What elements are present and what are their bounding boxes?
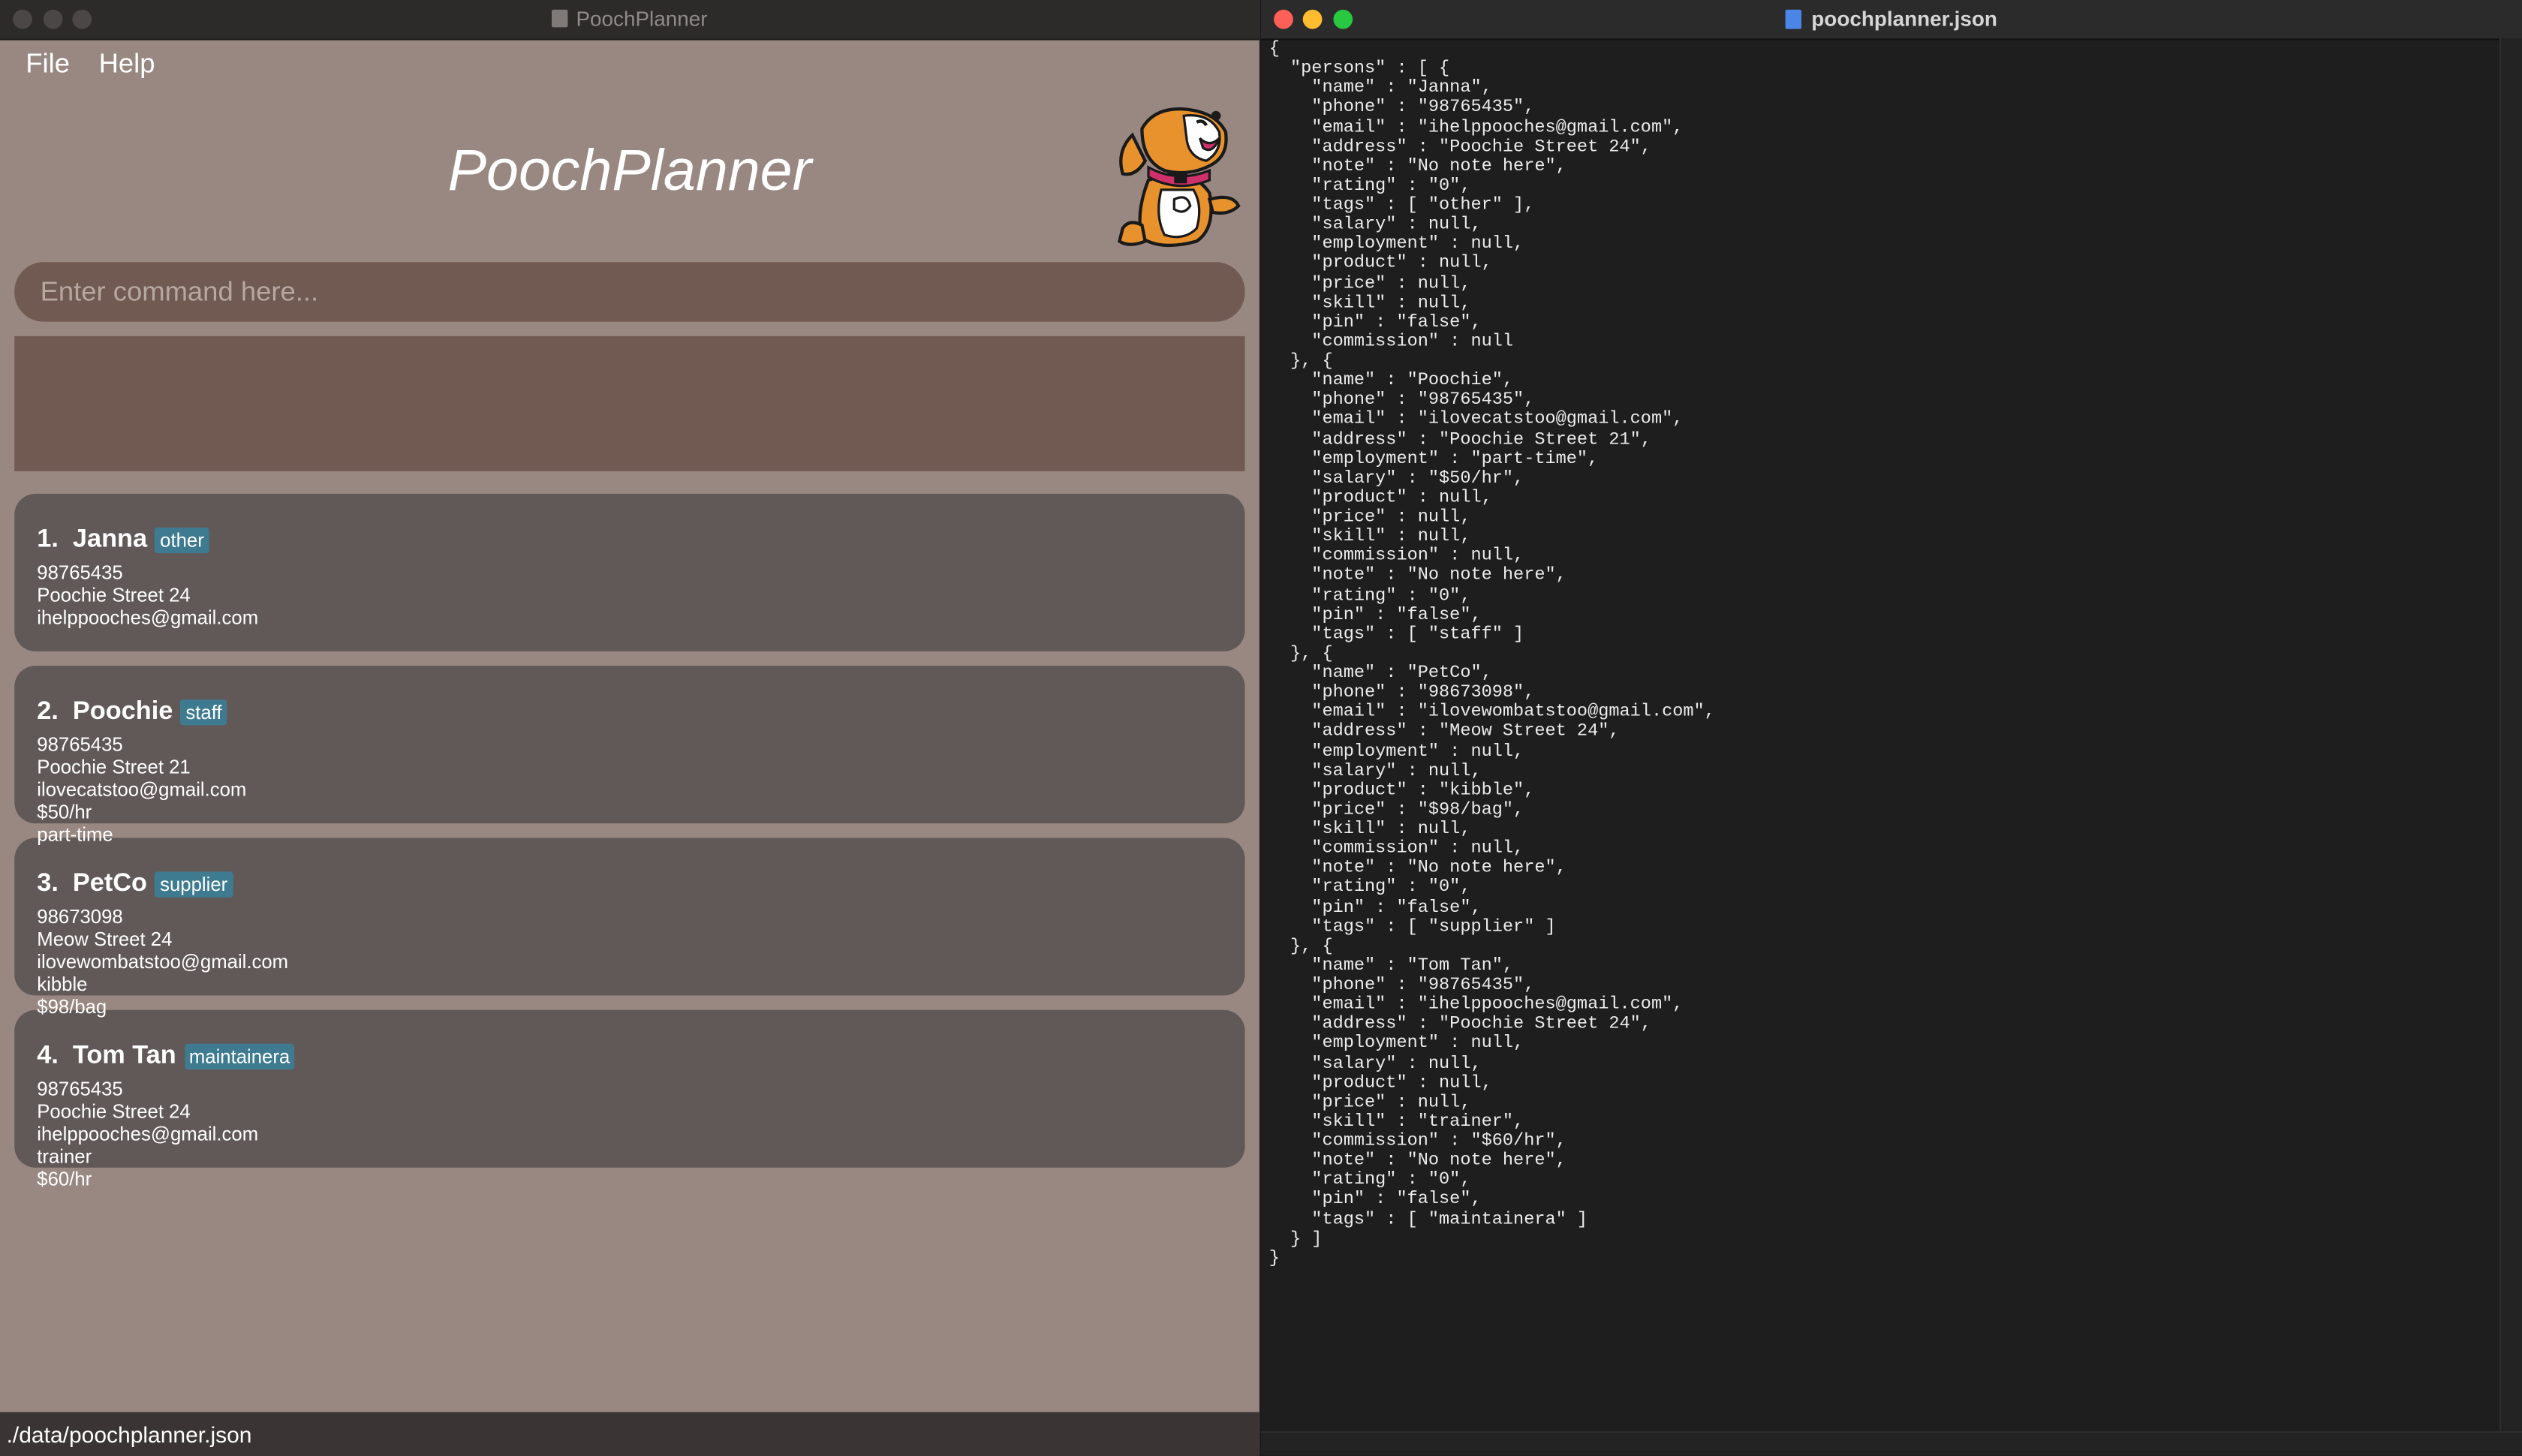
contact-tag: maintainera [184, 1043, 295, 1069]
contact-name: 1. Janna [37, 525, 148, 554]
contact-phone: 98765435 [37, 1077, 123, 1100]
contact-address: Poochie Street 21 [37, 756, 191, 779]
contact-address: Poochie Street 24 [37, 583, 191, 606]
contact-name: 4. Tom Tan [37, 1042, 176, 1069]
contact-product: kibble [37, 973, 88, 996]
status-bar: ./data/poochplanner.json [0, 1412, 1259, 1456]
contact-phone: 98765435 [37, 561, 123, 584]
result-display [14, 335, 1245, 471]
contact-name: 2. Poochie [37, 698, 173, 726]
window-title: PoochPlanner [0, 7, 1259, 31]
contact-tag: supplier [155, 871, 233, 898]
right-titlebar[interactable]: poochplanner.json [1261, 0, 2522, 41]
contact-email: ihelppooches@gmail.com [37, 606, 259, 629]
contact-salary: $50/hr [37, 801, 92, 824]
contact-email: ihelppooches@gmail.com [37, 1122, 259, 1145]
json-text-editor[interactable]: { "persons" : [ { "name" : "Janna", "pho… [1269, 38, 2499, 1433]
contact-card[interactable]: 2. Poochie staff 98765435 Poochie Street… [14, 666, 1245, 846]
contact-card[interactable]: 3. PetCo supplier 98673098 Meow Street 2… [14, 838, 1245, 1018]
left-titlebar[interactable]: PoochPlanner [0, 0, 1259, 41]
contact-tag: other [155, 527, 209, 554]
command-input[interactable] [37, 274, 1245, 310]
contact-tag: staff [181, 699, 227, 726]
app-title: PoochPlanner [447, 137, 812, 203]
poochplanner-window: PoochPlanner File Help PoochPlanner Ente… [0, 0, 1259, 1456]
contact-skill: trainer [37, 1145, 92, 1168]
contact-card[interactable]: 4. Tom Tan maintainera 98765435 Poochie … [14, 1009, 1245, 1190]
contact-address: Meow Street 24 [37, 928, 173, 951]
menu-file[interactable]: File [26, 48, 70, 80]
window-title: poochplanner.json [1261, 7, 2522, 31]
contact-card[interactable]: 1. Janna other 98765435 Poochie Street 2… [14, 493, 1245, 651]
menu-bar: File Help [0, 41, 1259, 89]
contact-phone: 98673098 [37, 905, 123, 928]
contact-phone: 98765435 [37, 733, 123, 757]
menu-help[interactable]: Help [99, 48, 155, 80]
dog-mascot-icon [1117, 107, 1241, 248]
contact-email: ilovecatstoo@gmail.com [37, 778, 247, 802]
contact-commission: $60/hr [37, 1167, 92, 1190]
contact-email: ilovewombatstoo@gmail.com [37, 950, 289, 973]
json-file-icon [1786, 9, 1802, 29]
document-icon [552, 9, 568, 28]
vertical-scrollbar[interactable] [2499, 38, 2522, 1433]
horizontal-scrollbar[interactable] [1261, 1431, 2522, 1456]
contact-name: 3. PetCo [37, 870, 148, 898]
command-box[interactable] [14, 262, 1245, 322]
contact-address: Poochie Street 24 [37, 1100, 191, 1123]
contact-list[interactable]: 1. Janna other 98765435 Poochie Street 2… [14, 493, 1245, 1190]
json-editor-window: poochplanner.json { "persons" : [ { "nam… [1261, 0, 2522, 1456]
